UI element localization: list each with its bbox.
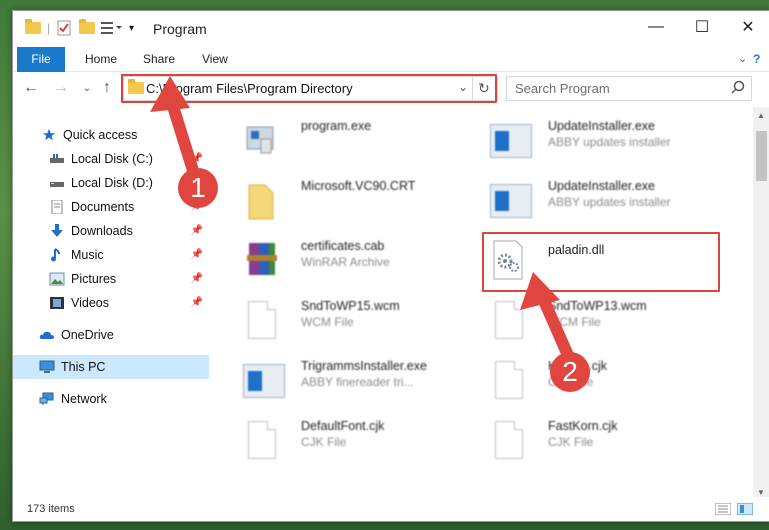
- step-2-callout: 2: [550, 352, 590, 392]
- annotation-overlay: [150, 76, 576, 366]
- arrow-1: [150, 76, 202, 186]
- step-1-callout: 1: [178, 168, 218, 208]
- arrow-2: [520, 272, 576, 366]
